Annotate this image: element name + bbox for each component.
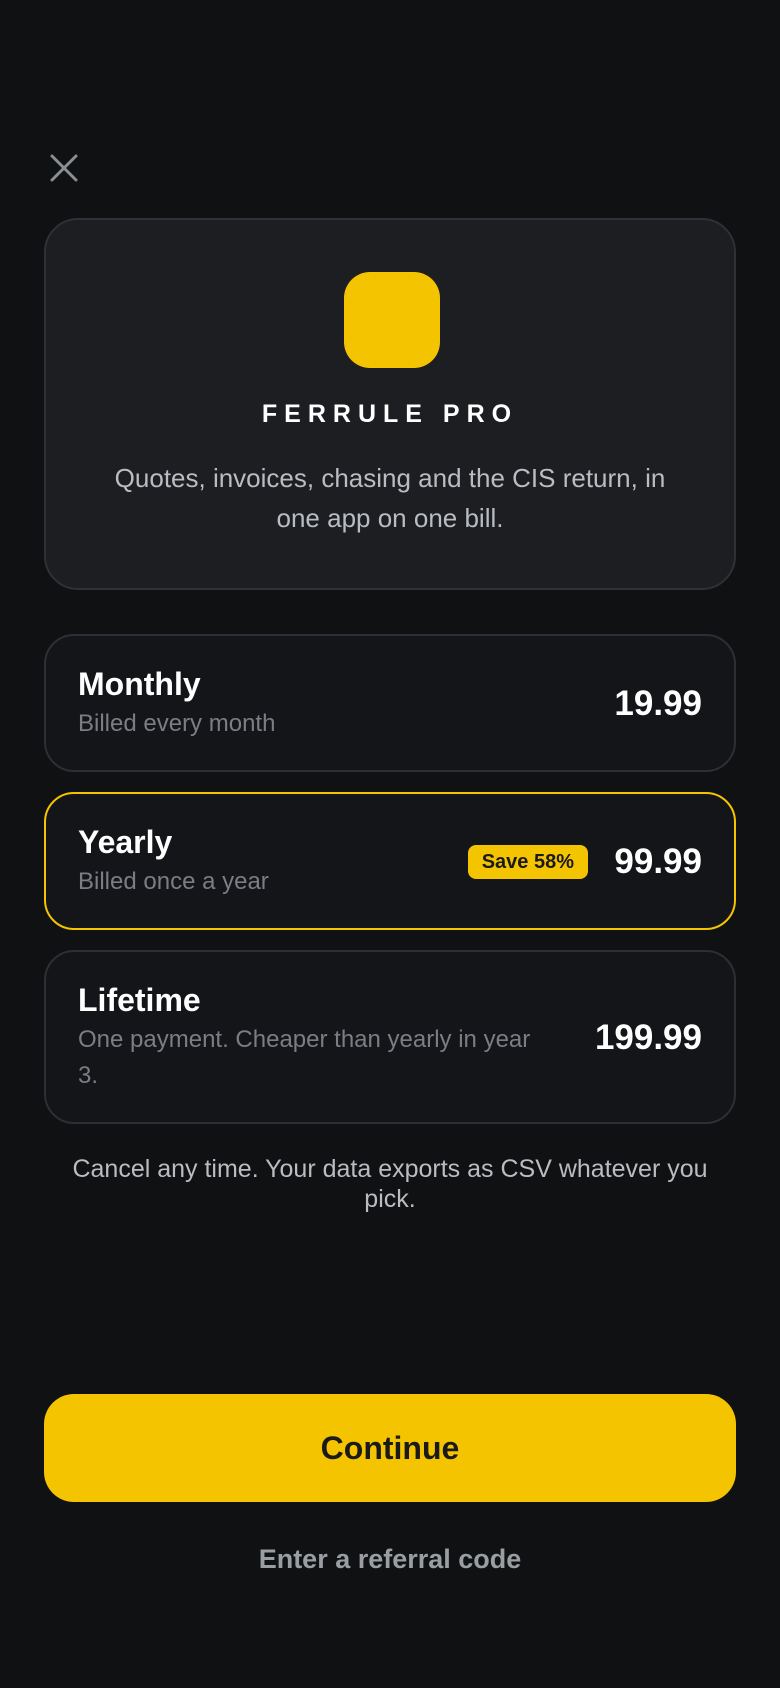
plan-option-lifetime[interactable]: Lifetime One payment. Cheaper than yearl… — [44, 950, 736, 1124]
product-title: FERRULE PRO — [261, 400, 519, 428]
plan-option-monthly[interactable]: Monthly Billed every month 19.99 — [44, 634, 736, 772]
plan-option-yearly[interactable]: Yearly Billed once a year Save 58% 99.99 — [44, 792, 736, 930]
cancel-note: Cancel any time. Your data exports as CS… — [72, 1155, 708, 1213]
plan-subtitle: Billed once a year — [78, 868, 269, 895]
save-badge: Save 58% — [467, 845, 588, 879]
plan-name: Lifetime — [78, 982, 201, 1018]
plan-price: 99.99 — [614, 842, 702, 881]
plan-price: 199.99 — [594, 1018, 702, 1057]
hero-card: FERRULE PRO Quotes, invoices, chasing an… — [44, 218, 736, 590]
plan-price: 19.99 — [614, 684, 702, 723]
plan-name: Yearly — [78, 824, 173, 860]
product-description: Quotes, invoices, chasing and the CIS re… — [114, 463, 666, 533]
referral-code-link[interactable]: Enter a referral code — [0, 1544, 780, 1575]
close-button[interactable] — [44, 148, 84, 188]
plan-subtitle: One payment. Cheaper than yearly in year… — [78, 1026, 531, 1089]
plan-name: Monthly — [78, 666, 201, 702]
plan-subtitle: Billed every month — [78, 710, 276, 737]
app-icon — [344, 272, 440, 368]
continue-button[interactable]: Continue — [44, 1394, 736, 1502]
close-icon — [50, 154, 78, 182]
